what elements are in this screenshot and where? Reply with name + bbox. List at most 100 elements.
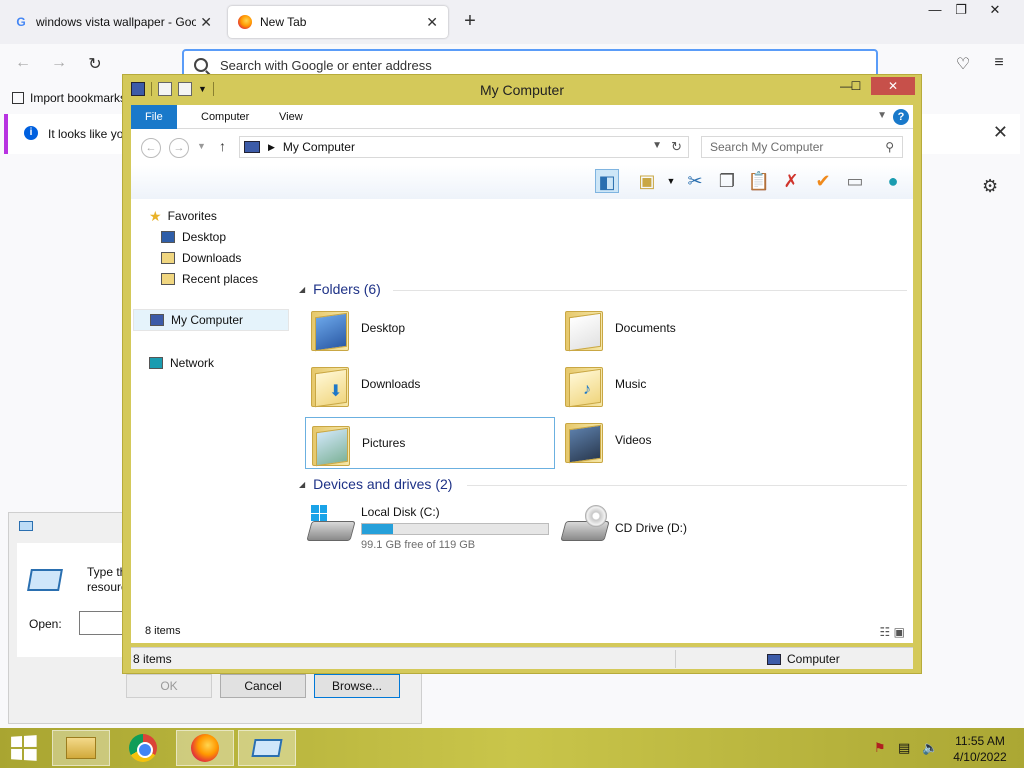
browser-restore-button[interactable]: ❐ bbox=[946, 2, 976, 20]
breadcrumb-arrow-icon[interactable]: ▶ bbox=[268, 142, 275, 153]
paste-icon[interactable]: 📋 bbox=[747, 169, 771, 193]
taskbar-file-explorer[interactable] bbox=[52, 730, 110, 766]
search-input[interactable]: Search My Computer ⚲ bbox=[701, 136, 903, 158]
forward-button[interactable]: → bbox=[48, 54, 70, 76]
address-bar[interactable]: ▶ My Computer ▼ ↻ bbox=[239, 136, 689, 158]
tab-google-search[interactable]: G windows vista wallpaper - Google ✕ bbox=[4, 6, 222, 38]
import-bookmarks-button[interactable]: Import bookmarks... bbox=[12, 91, 136, 105]
taskbar-chrome[interactable] bbox=[114, 730, 172, 766]
check-icon[interactable]: ✔ bbox=[811, 169, 835, 193]
folder-icon bbox=[312, 422, 352, 467]
nav-favorites[interactable]: ★ Favorites bbox=[149, 205, 217, 227]
nav-my-computer[interactable]: My Computer bbox=[133, 309, 289, 331]
chevron-down-icon[interactable]: ▼ bbox=[659, 169, 683, 193]
close-button[interactable]: ✕ bbox=[871, 77, 915, 95]
group-header-folders[interactable]: ◢ Folders (6) bbox=[299, 281, 381, 297]
preview-pane-icon[interactable]: ◧ bbox=[595, 169, 619, 193]
nav-recent-places[interactable]: Recent places bbox=[161, 268, 258, 290]
my-computer-window: ▼ My Computer — ☐ ✕ File Computer View ▼… bbox=[122, 74, 922, 674]
action-center-icon[interactable]: ⚑ bbox=[874, 740, 886, 756]
recent-places-icon bbox=[161, 273, 175, 285]
nav-network[interactable]: Network bbox=[149, 352, 214, 374]
tab-title: New Tab bbox=[260, 15, 307, 29]
drive-cd-d[interactable]: CD Drive (D:) bbox=[559, 503, 809, 557]
nav-downloads[interactable]: Downloads bbox=[161, 247, 241, 269]
folder-music[interactable]: ♪ Music bbox=[559, 359, 809, 411]
collapse-triangle-icon[interactable]: ◢ bbox=[299, 480, 305, 489]
back-arrow-icon[interactable]: ← bbox=[141, 138, 161, 158]
cancel-button[interactable]: Cancel bbox=[220, 674, 306, 698]
chevron-down-icon[interactable]: ▼ bbox=[652, 140, 662, 151]
nav-desktop[interactable]: Desktop bbox=[161, 226, 226, 248]
select-icon[interactable]: ▣ bbox=[635, 169, 659, 193]
drive-name: Local Disk (C:) bbox=[361, 505, 440, 519]
tab-file[interactable]: File bbox=[131, 105, 177, 129]
delete-icon[interactable]: ✗ bbox=[779, 169, 803, 193]
menu-button[interactable]: ≡ bbox=[988, 54, 1010, 76]
large-icons-view-icon[interactable]: ▣ bbox=[894, 625, 905, 639]
folder-desktop[interactable]: Desktop bbox=[305, 303, 555, 355]
system-clock[interactable]: 11:55 AM 4/10/2022 bbox=[940, 733, 1020, 765]
tab-close-icon[interactable]: ✕ bbox=[426, 14, 438, 31]
folder-icon: ⬇ bbox=[311, 363, 351, 408]
run-icon bbox=[251, 739, 283, 757]
taskbar: ⚑ ▤ 🔈 11:55 AM 4/10/2022 bbox=[0, 728, 1024, 768]
back-button[interactable]: ← bbox=[12, 54, 34, 76]
notification-close-button[interactable]: ✕ bbox=[993, 122, 1008, 143]
folder-name: Music bbox=[615, 377, 647, 391]
folder-icon bbox=[311, 307, 351, 352]
help-icon[interactable]: ? bbox=[893, 109, 909, 125]
url-input[interactable] bbox=[220, 57, 820, 73]
start-button[interactable] bbox=[11, 735, 37, 761]
cut-icon[interactable]: ✂ bbox=[683, 169, 707, 193]
drive-local-disk-c[interactable]: Local Disk (C:) 99.1 GB free of 119 GB bbox=[305, 503, 555, 557]
file-explorer-icon bbox=[66, 737, 96, 759]
forward-arrow-icon[interactable]: → bbox=[169, 138, 189, 158]
status-location: Computer bbox=[767, 652, 840, 666]
folder-pictures[interactable]: Pictures bbox=[305, 417, 555, 469]
window-title: My Computer bbox=[479, 82, 565, 98]
search-placeholder: Search My Computer bbox=[710, 140, 824, 154]
details-view-icon[interactable]: ☷ bbox=[880, 625, 891, 639]
firefox-icon bbox=[191, 734, 219, 762]
network-globe-icon[interactable]: ● bbox=[881, 169, 905, 193]
star-icon: ★ bbox=[149, 207, 162, 224]
reload-button[interactable]: ↻ bbox=[84, 54, 106, 76]
up-arrow-icon[interactable]: ↑ bbox=[219, 138, 226, 154]
group-header-devices[interactable]: ◢ Devices and drives (2) bbox=[299, 476, 452, 492]
content-area: ★ Favorites Desktop Downloads Recent pla… bbox=[131, 199, 913, 643]
rename-icon[interactable]: ▭ bbox=[843, 169, 867, 193]
address-area: ← → ▼ ↑ ▶ My Computer ▼ ↻ Search My Comp… bbox=[131, 129, 913, 165]
desktop-icon bbox=[161, 231, 175, 243]
pocket-icon[interactable]: ♡ bbox=[952, 54, 974, 76]
tab-close-icon[interactable]: ✕ bbox=[200, 14, 212, 31]
item-count: 8 items bbox=[145, 625, 181, 637]
maximize-button[interactable]: ☐ bbox=[841, 77, 871, 95]
tab-view[interactable]: View bbox=[265, 105, 317, 129]
computer-icon bbox=[767, 653, 781, 665]
network-tray-icon[interactable]: ▤ bbox=[898, 740, 910, 756]
refresh-icon[interactable]: ↻ bbox=[671, 139, 682, 155]
folder-documents[interactable]: Documents bbox=[559, 303, 809, 355]
tab-new-tab[interactable]: New Tab ✕ bbox=[228, 6, 448, 38]
copy-icon[interactable]: ❐ bbox=[715, 169, 739, 193]
taskbar-firefox[interactable] bbox=[176, 730, 234, 766]
browse-button[interactable]: Browse... bbox=[314, 674, 400, 698]
status-divider bbox=[675, 650, 676, 668]
recent-locations-icon[interactable]: ▼ bbox=[197, 141, 206, 151]
taskbar-run[interactable] bbox=[238, 730, 296, 766]
ok-button[interactable]: OK bbox=[126, 674, 212, 698]
folder-videos[interactable]: Videos bbox=[559, 415, 809, 467]
clock-date: 4/10/2022 bbox=[953, 750, 1007, 764]
command-toolbar: ◧ ▣ ▼ ✂ ❐ 📋 ✗ ✔ ▭ ● bbox=[131, 165, 913, 199]
new-tab-button[interactable]: + bbox=[458, 10, 482, 33]
folder-downloads[interactable]: ⬇ Downloads bbox=[305, 359, 555, 411]
browser-close-button[interactable]: ✕ bbox=[980, 2, 1010, 20]
chevron-down-icon[interactable]: ▼ bbox=[877, 110, 887, 121]
collapse-triangle-icon[interactable]: ◢ bbox=[299, 285, 305, 294]
search-icon bbox=[194, 58, 208, 72]
tab-computer[interactable]: Computer bbox=[187, 105, 263, 129]
title-bar[interactable]: ▼ My Computer — ☐ ✕ bbox=[123, 75, 921, 105]
volume-icon[interactable]: 🔈 bbox=[922, 740, 938, 756]
gear-icon[interactable]: ⚙ bbox=[982, 176, 998, 197]
